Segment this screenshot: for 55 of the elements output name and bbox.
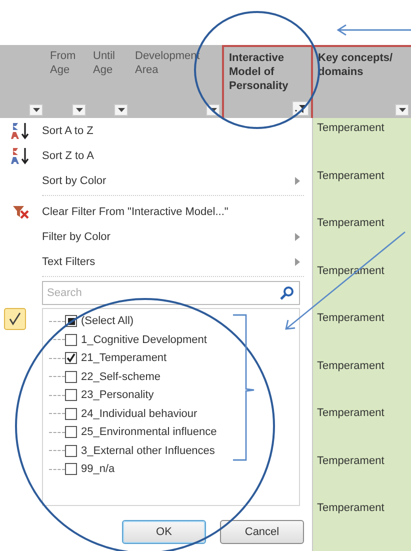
checkbox[interactable]	[65, 389, 77, 402]
clear-filter-icon	[12, 204, 30, 220]
value-item[interactable]: (Select All)	[43, 312, 299, 330]
checkbox[interactable]	[65, 352, 77, 364]
caret-icon	[398, 108, 406, 112]
checkbox[interactable]	[65, 463, 77, 476]
sort-descending-icon	[11, 146, 31, 164]
column-heading: Interactive Model of Personality	[229, 51, 290, 93]
search-field[interactable]: Search	[42, 281, 300, 305]
value-item[interactable]: 23_Personality	[43, 386, 299, 404]
ok-button[interactable]: OK	[122, 520, 206, 544]
value-item[interactable]: 99_n/a	[43, 460, 299, 478]
checkbox[interactable]	[65, 408, 77, 420]
dropdown-button[interactable]	[72, 104, 86, 116]
value-item[interactable]: 24_Individual behaviour	[43, 404, 299, 423]
table-cell-text: Temperament	[316, 168, 386, 184]
checkbox[interactable]	[65, 444, 77, 457]
table-cell-text: Temperament	[316, 406, 386, 421]
table-cell-text: Temperament	[316, 216, 386, 231]
menu-item[interactable]: Sort by Color	[0, 168, 312, 193]
menu-item[interactable]: Clear Filter From "Interactive Model..."	[0, 199, 312, 224]
filter-icon	[294, 104, 306, 114]
value-item[interactable]: 25_Environmental influence	[43, 423, 299, 442]
caret-icon	[76, 108, 82, 112]
submenu-arrow-icon	[295, 176, 300, 184]
value-item[interactable]: 21_Temperament	[43, 349, 299, 368]
dropdown-button[interactable]	[114, 104, 128, 116]
column-heading: Until Age	[93, 49, 116, 77]
caret-icon	[118, 108, 124, 112]
checkbox[interactable]	[65, 426, 77, 438]
dropdown-button[interactable]	[395, 104, 409, 116]
value-item[interactable]: 1_Cognitive Development	[43, 330, 299, 349]
table-cell-text: Temperament	[316, 358, 386, 374]
caret-icon	[32, 108, 40, 112]
checkbox[interactable]	[65, 370, 77, 383]
column-heading: From Age	[50, 49, 77, 77]
menu-item[interactable]: Text Filters	[0, 249, 312, 274]
table-cell-text: Temperament	[316, 311, 386, 326]
menu-item[interactable]: Sort A to Z	[0, 118, 312, 143]
sort-ascending-icon	[11, 122, 31, 140]
cancel-button[interactable]: Cancel	[220, 520, 304, 544]
menu-item[interactable]: Sort Z to A	[0, 143, 312, 168]
table-cell-text: Temperament	[316, 121, 386, 136]
submenu-arrow-icon	[295, 258, 300, 266]
table-cell-text: Temperament	[316, 454, 386, 468]
dropdown-button[interactable]	[29, 104, 43, 116]
caret-icon	[210, 108, 216, 112]
value-item[interactable]: 3_External other Influences	[43, 442, 299, 460]
search-icon	[280, 286, 294, 300]
submenu-arrow-icon	[295, 232, 300, 240]
table-cell-text: Temperament	[316, 501, 386, 516]
value-item[interactable]: 22_Self-scheme	[43, 368, 299, 386]
menu-item[interactable]: Filter by Color	[0, 224, 312, 249]
checkmark-icon	[4, 308, 26, 330]
checkbox[interactable]	[65, 334, 77, 346]
